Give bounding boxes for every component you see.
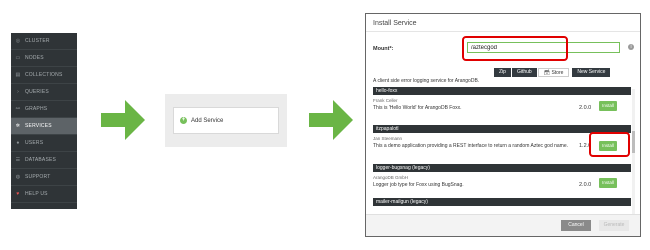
- install-tabs: Zip Github 🗃 Store New Service: [494, 68, 611, 77]
- service-description: This is 'Hello World' for ArangoDB Foxx.: [373, 105, 462, 111]
- install-service-dialog: Install Service Mount*: i Zip Github 🗃 S…: [365, 13, 641, 237]
- dialog-title: Install Service: [366, 14, 640, 32]
- service-name: itzpapalotl: [373, 125, 631, 133]
- collections-icon: ▤: [15, 72, 21, 78]
- arrow-right-icon: [101, 100, 145, 140]
- plus-icon: +: [180, 117, 187, 124]
- mount-input[interactable]: [467, 42, 620, 53]
- service-version: 2.0.0: [579, 182, 592, 188]
- tab-zip[interactable]: Zip: [494, 68, 511, 77]
- sidebar-item-graphs[interactable]: ⚯ GRAPHS: [11, 101, 77, 118]
- info-icon[interactable]: i: [628, 44, 634, 50]
- tab-store[interactable]: 🗃 Store: [537, 68, 570, 77]
- support-icon: ◍: [15, 174, 21, 180]
- sidebar-item-nodes[interactable]: ▭ NODES: [11, 50, 77, 67]
- heart-icon: ♥: [16, 191, 20, 197]
- tab-new-service[interactable]: New Service: [572, 68, 611, 77]
- add-service-label: Add Service: [191, 117, 224, 124]
- nodes-icon: ▭: [15, 55, 21, 61]
- service-description: A client side error logging service for …: [373, 78, 480, 84]
- service-description: Logger job type for Foxx using BugSnag.: [373, 182, 464, 188]
- service-author: Jan Steemann: [373, 136, 403, 141]
- service-name: logger-bugsnag (legacy): [373, 164, 631, 172]
- sidebar-item-label: HELP US: [25, 191, 48, 197]
- sidebar-item-label: CLUSTER: [25, 38, 50, 44]
- sidebar-item-collections[interactable]: ▤ COLLECTIONS: [11, 67, 77, 84]
- cancel-button[interactable]: Cancel: [561, 220, 591, 231]
- add-service-panel: + Add Service: [165, 94, 287, 147]
- sidebar-item-label: DATABASES: [25, 157, 57, 163]
- sidebar-item-cluster[interactable]: ◎ CLUSTER: [11, 33, 77, 50]
- sidebar-item-services[interactable]: ✲ SERVICES: [11, 118, 77, 135]
- service-name: hello-foxx: [373, 87, 631, 95]
- sidebar-item-users[interactable]: ● USERS: [11, 135, 77, 152]
- sidebar-item-databases[interactable]: ☰ DATABASES: [11, 152, 77, 169]
- sidebar-item-support[interactable]: ◍ SUPPORT: [11, 169, 77, 186]
- install-button[interactable]: Install: [599, 101, 617, 111]
- service-list: A client side error logging service for …: [373, 78, 631, 206]
- sidebar-item-label: SERVICES: [25, 123, 52, 129]
- scrollbar-thumb[interactable]: [632, 131, 635, 153]
- queries-icon: ›: [17, 89, 19, 95]
- install-button[interactable]: Install: [599, 178, 617, 188]
- services-icon: ✲: [15, 123, 21, 129]
- arrow-right-icon: [309, 100, 353, 140]
- sidebar: ◎ CLUSTER ▭ NODES ▤ COLLECTIONS › QUERIES ⚯ GRAPH…: [11, 33, 77, 209]
- service-item: Frank Celler This is 'Hello World' for A…: [373, 95, 631, 122]
- generate-button[interactable]: Generate: [599, 220, 629, 231]
- sidebar-item-help-us[interactable]: ♥ HELP US: [11, 186, 77, 203]
- mount-label: Mount*:: [373, 46, 394, 52]
- service-version: 2.0.0: [579, 105, 592, 111]
- service-item: Jan Steemann This a demo application pro…: [373, 133, 631, 161]
- users-icon: ●: [16, 140, 20, 146]
- sidebar-item-label: USERS: [25, 140, 44, 146]
- service-name: mailer-mailgun (legacy): [373, 198, 631, 206]
- sidebar-item-label: COLLECTIONS: [25, 72, 63, 78]
- cluster-icon: ◎: [15, 38, 21, 44]
- sidebar-item-queries[interactable]: › QUERIES: [11, 84, 77, 101]
- tab-store-label: Store: [551, 70, 564, 76]
- graphs-icon: ⚯: [15, 106, 21, 112]
- add-service-button[interactable]: + Add Service: [173, 107, 279, 134]
- tab-github[interactable]: Github: [511, 68, 537, 77]
- service-item: ArangoDB GmbH Logger job type for Foxx u…: [373, 172, 631, 196]
- dialog-footer: Cancel Generate: [366, 214, 640, 236]
- service-author: Frank Celler: [373, 98, 398, 103]
- databases-icon: ☰: [15, 157, 21, 163]
- service-author: ArangoDB GmbH: [373, 175, 409, 180]
- service-version: 1.2.0: [579, 143, 592, 149]
- service-description: This a demo application providing a REST…: [373, 143, 569, 149]
- sidebar-item-label: SUPPORT: [25, 174, 51, 180]
- sidebar-item-label: QUERIES: [25, 89, 49, 95]
- sidebar-item-label: GRAPHS: [25, 106, 48, 112]
- install-button[interactable]: Install: [599, 141, 617, 151]
- sidebar-item-label: NODES: [25, 55, 44, 61]
